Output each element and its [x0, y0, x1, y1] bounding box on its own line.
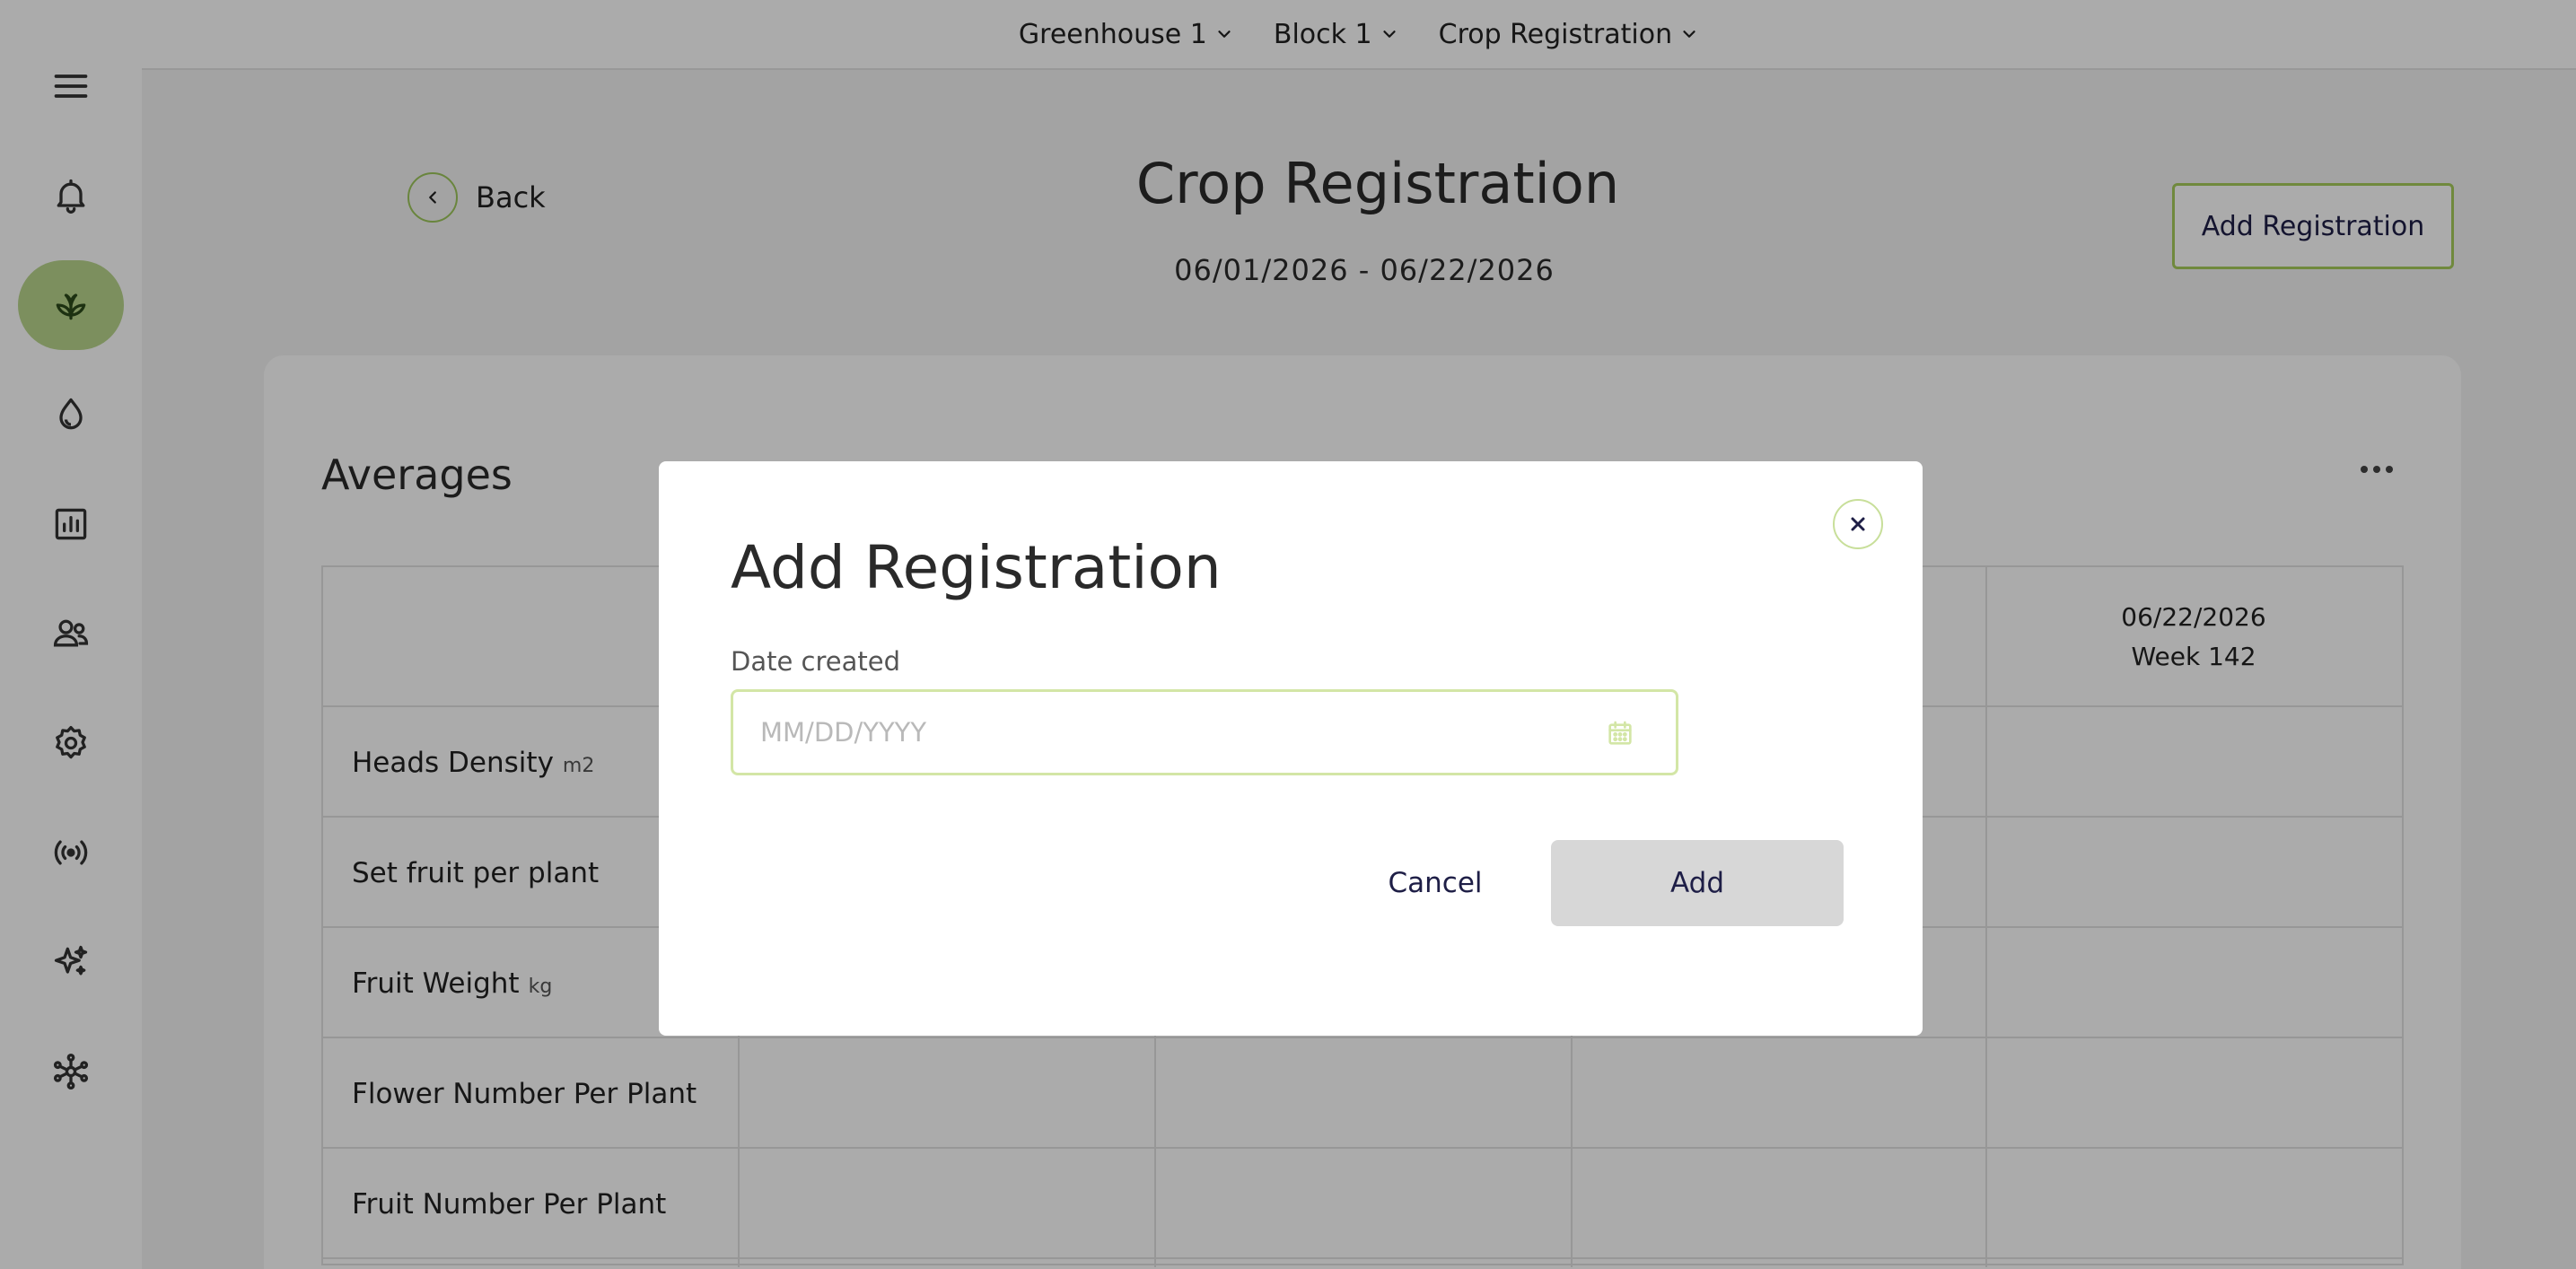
date-created-label: Date created [731, 646, 900, 677]
add-registration-modal: Add Registration Date created Cancel Add [659, 461, 1923, 1036]
cancel-button[interactable]: Cancel [1368, 840, 1503, 926]
date-created-input[interactable] [733, 692, 1676, 773]
modal-title: Add Registration [731, 533, 1222, 602]
close-button[interactable] [1833, 499, 1883, 549]
add-button[interactable]: Add [1551, 840, 1844, 926]
date-created-field[interactable] [731, 689, 1678, 775]
calendar-icon[interactable] [1606, 719, 1634, 748]
close-icon [1851, 517, 1865, 531]
